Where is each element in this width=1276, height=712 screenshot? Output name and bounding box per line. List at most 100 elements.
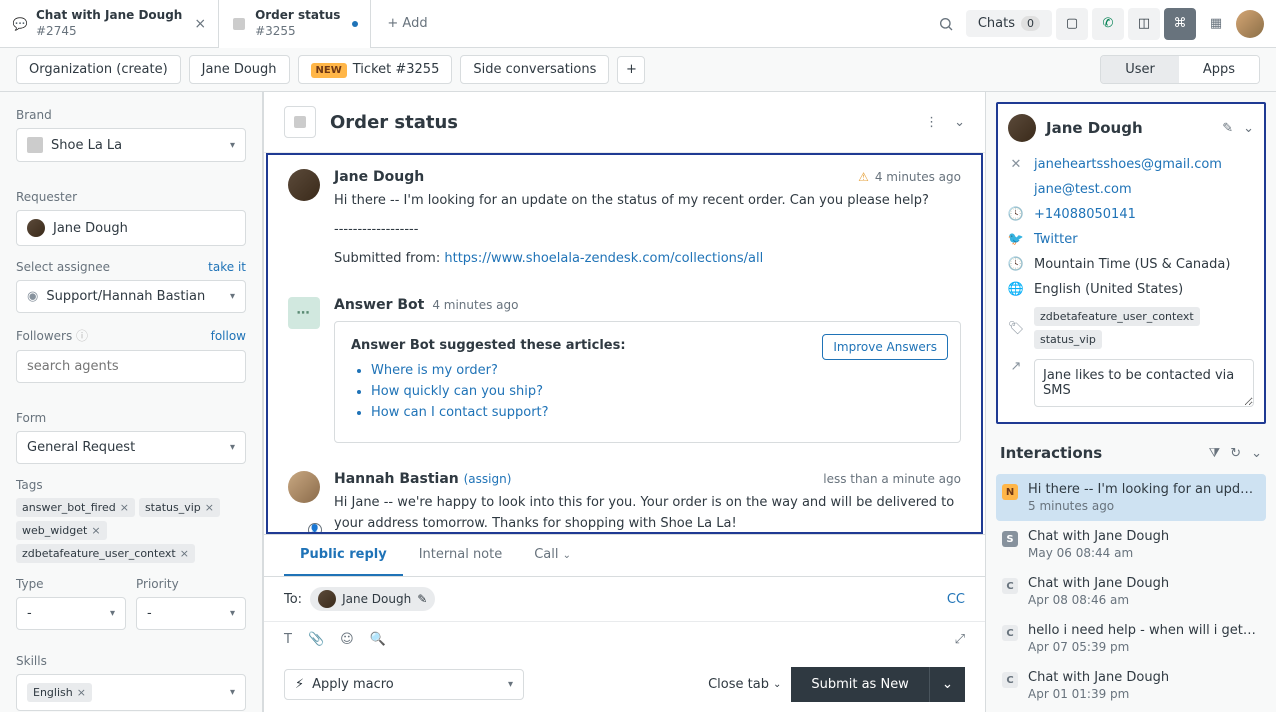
twitter-link[interactable]: Twitter: [1034, 232, 1078, 247]
recipient-chip[interactable]: Jane Dough ✎: [310, 587, 435, 611]
language-value: English (United States): [1034, 282, 1183, 297]
agent-message: 👤 Hannah Bastian (assign) less than a mi…: [268, 457, 981, 534]
apps-grid-icon[interactable]: ▦: [1200, 8, 1232, 40]
brand-label: Brand: [16, 108, 246, 122]
subtab-organization[interactable]: Organization (create): [16, 55, 181, 84]
tab-ticket-3255[interactable]: Order status #3255: [219, 0, 371, 48]
view-apps-tab[interactable]: Apps: [1179, 56, 1259, 83]
apply-macro-select[interactable]: ⚡ Apply macro ▾: [284, 669, 524, 700]
tag-remove-icon[interactable]: ×: [120, 501, 129, 514]
cc-button[interactable]: CC: [947, 592, 965, 607]
interaction-meta: Apr 01 01:39 pm: [1028, 687, 1260, 701]
info-icon: ⓘ: [76, 329, 88, 343]
profile-avatar[interactable]: [1236, 10, 1264, 38]
assignee-label: Select assignee: [16, 260, 110, 274]
assignee-value: Support/Hannah Bastian: [46, 289, 205, 304]
chevron-down-icon[interactable]: ⌄: [954, 115, 965, 130]
chat-panel-icon[interactable]: ⌘: [1164, 8, 1196, 40]
subtab-side-conversations[interactable]: Side conversations: [460, 55, 609, 84]
panels-icon[interactable]: ◫: [1128, 8, 1160, 40]
user-context-card: Jane Dough ✎ ⌄ ✕janeheartsshoes@gmail.co…: [996, 102, 1266, 424]
priority-select[interactable]: -▾: [136, 597, 246, 630]
brand-select[interactable]: Shoe La La ▾: [16, 128, 246, 162]
refresh-icon[interactable]: ↻: [1230, 446, 1241, 461]
chevron-down-icon[interactable]: ⌄: [1243, 121, 1254, 136]
followers-input[interactable]: [16, 350, 246, 383]
tag[interactable]: web_widget×: [16, 521, 107, 540]
ticket-title: Order status: [330, 112, 458, 133]
emoji-icon[interactable]: ☺: [340, 632, 354, 647]
add-tab-button[interactable]: + Add: [371, 16, 443, 31]
form-select[interactable]: General Request ▾: [16, 431, 246, 464]
status-badge: C: [1002, 672, 1018, 688]
message-time: 4 minutes ago: [432, 298, 518, 312]
subtab-ticket[interactable]: NEWTicket #3255: [298, 55, 453, 84]
public-reply-tab[interactable]: Public reply: [284, 535, 403, 576]
tag-remove-icon[interactable]: ×: [91, 524, 100, 537]
tab-chat-2745[interactable]: 💬 Chat with Jane Dough #2745 ×: [0, 0, 219, 48]
assign-link[interactable]: (assign): [464, 472, 512, 486]
internal-note-tab[interactable]: Internal note: [403, 535, 519, 576]
interactions-panel: Interactions ⧩ ↻ ⌄ N Hi there -- I'm loo…: [996, 438, 1266, 709]
chats-button[interactable]: Chats 0: [966, 10, 1052, 37]
view-user-tab[interactable]: User: [1101, 56, 1179, 83]
interaction-item[interactable]: S Chat with Jane DoughMay 06 08:44 am: [996, 521, 1266, 568]
requester-value: Jane Dough: [53, 221, 128, 236]
phone-link[interactable]: +14088050141: [1034, 207, 1136, 222]
interaction-meta: May 06 08:44 am: [1028, 546, 1260, 560]
skills-select[interactable]: English× ▾: [16, 674, 246, 711]
email-link[interactable]: jane@test.com: [1034, 182, 1132, 197]
take-it-link[interactable]: take it: [208, 260, 246, 274]
conversations-icon[interactable]: ▢: [1056, 8, 1088, 40]
avatar: [288, 169, 320, 201]
improve-answers-button[interactable]: Improve Answers: [822, 334, 948, 360]
chevron-down-icon[interactable]: ⌄: [1251, 446, 1262, 461]
suggested-article-link[interactable]: How quickly can you ship?: [371, 384, 944, 399]
submit-dropdown-button[interactable]: ⌄: [929, 667, 965, 702]
phone-icon[interactable]: ✆: [1092, 8, 1124, 40]
close-icon[interactable]: ×: [194, 16, 206, 32]
subtab-add-button[interactable]: +: [617, 56, 645, 84]
tag[interactable]: answer_bot_fired×: [16, 498, 135, 517]
submit-button[interactable]: Submit as New: [791, 667, 928, 702]
tab-subtitle: #2745: [36, 24, 182, 40]
filter-icon[interactable]: ⧩: [1209, 446, 1221, 461]
ticket-type-icon[interactable]: [284, 106, 316, 138]
tag-remove-icon[interactable]: ×: [205, 501, 214, 514]
interaction-item[interactable]: C Chat with Jane DoughApr 01 01:39 pm: [996, 662, 1266, 709]
requester-select[interactable]: Jane Dough: [16, 210, 246, 246]
chat-icon: 💬: [12, 16, 28, 32]
interaction-item[interactable]: C Chat with Jane DoughApr 08 08:46 am: [996, 568, 1266, 615]
priority-label: Priority: [136, 577, 246, 591]
call-tab[interactable]: Call ⌄: [518, 535, 587, 576]
type-select[interactable]: -▾: [16, 597, 126, 630]
follow-link[interactable]: follow: [211, 329, 246, 343]
close-tab-button[interactable]: Close tab ⌄: [708, 677, 781, 692]
email-link[interactable]: janeheartsshoes@gmail.com: [1034, 157, 1222, 172]
tag[interactable]: zdbetafeature_user_context×: [16, 544, 195, 563]
message-time: less than a minute ago: [823, 472, 961, 486]
subtab-user[interactable]: Jane Dough: [189, 55, 290, 84]
brand-value: Shoe La La: [51, 138, 122, 153]
search-icon[interactable]: 🔍: [370, 632, 386, 647]
suggested-article-link[interactable]: How can I contact support?: [371, 405, 944, 420]
edit-icon[interactable]: ✎: [417, 592, 427, 606]
search-icon[interactable]: [930, 8, 962, 40]
tag[interactable]: status_vip×: [139, 498, 220, 517]
view-toggle: User Apps: [1100, 55, 1260, 84]
notes-icon: ↗: [1008, 359, 1024, 374]
interaction-item[interactable]: N Hi there -- I'm looking for an update …: [996, 474, 1266, 521]
more-icon[interactable]: ⋮: [925, 115, 938, 130]
user-icon: ◉: [27, 289, 38, 304]
assignee-select[interactable]: ◉ Support/Hannah Bastian ▾: [16, 280, 246, 313]
attachment-icon[interactable]: 📎: [308, 632, 324, 647]
suggested-article-link[interactable]: Where is my order?: [371, 363, 944, 378]
format-icon[interactable]: T: [284, 632, 292, 647]
ticket-header: Order status ⋮ ⌄: [264, 92, 985, 153]
interaction-item[interactable]: C hello i need help - when will i get my…: [996, 615, 1266, 662]
expand-icon[interactable]: ⤢: [955, 632, 965, 647]
edit-icon[interactable]: ✎: [1222, 121, 1233, 136]
tag-remove-icon[interactable]: ×: [180, 547, 189, 560]
user-notes-input[interactable]: Jane likes to be contacted via SMS: [1034, 359, 1254, 407]
submitted-from-link[interactable]: https://www.shoelala-zendesk.com/collect…: [444, 251, 763, 266]
